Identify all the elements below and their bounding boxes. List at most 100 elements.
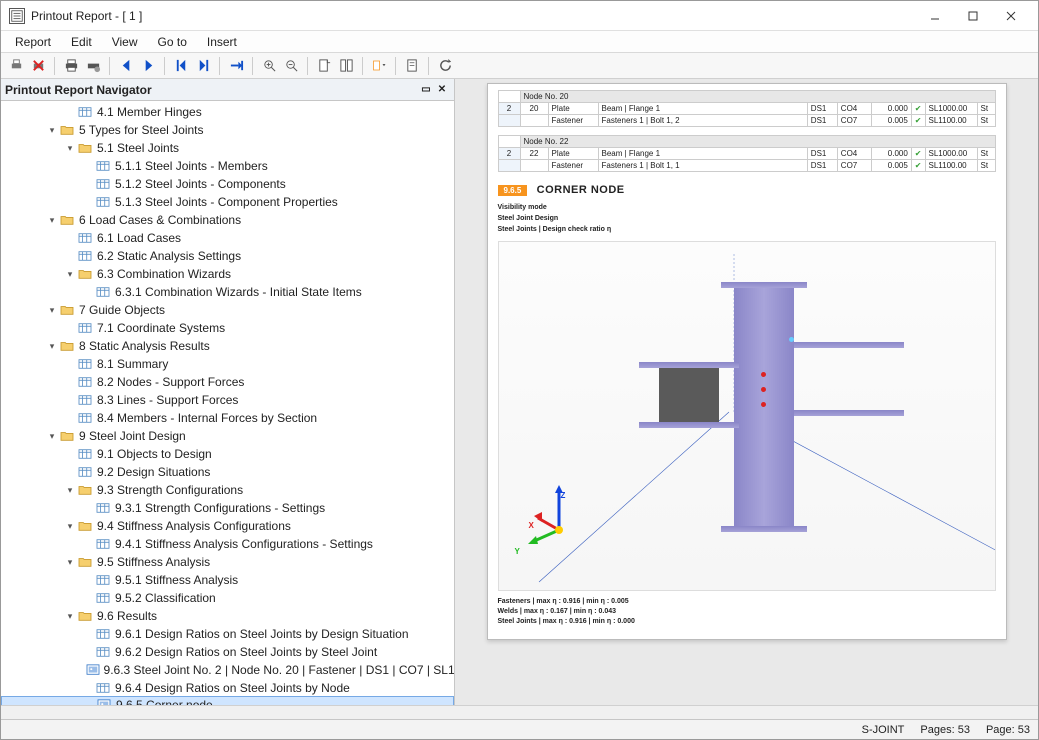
tree-item[interactable]: ▾9.5 Stiffness Analysis [1, 553, 454, 571]
table-icon [95, 591, 111, 605]
tree-item[interactable]: ▸8.2 Nodes - Support Forces [1, 373, 454, 391]
metric-welds: Welds | max η : 0.167 | min η : 0.043 [498, 607, 996, 617]
tree-item[interactable]: ▾ 6 Load Cases & Combinations [1, 211, 454, 229]
table-icon [77, 411, 93, 425]
expand-icon[interactable]: ▾ [45, 215, 59, 226]
menu-goto[interactable]: Go to [150, 33, 195, 51]
delete-print-icon[interactable] [29, 57, 47, 75]
table-icon [95, 159, 111, 173]
tree-item-label: 9.6 Results [97, 609, 157, 623]
horizontal-scroll[interactable] [1, 705, 1038, 719]
expand-icon[interactable]: ▾ [45, 341, 59, 352]
tree-item[interactable]: ▾7 Guide Objects [1, 301, 454, 319]
tree-item[interactable]: ▾9.3 Strength Configurations [1, 481, 454, 499]
tree-item[interactable]: ▸8.1 Summary [1, 355, 454, 373]
menu-report[interactable]: Report [7, 33, 59, 51]
expand-icon[interactable]: ▾ [63, 143, 77, 154]
next-page-icon[interactable] [139, 57, 157, 75]
expand-icon[interactable]: ▾ [45, 125, 59, 136]
tree-item[interactable]: ▸9.4.1 Stiffness Analysis Configurations… [1, 535, 454, 553]
folder-icon [59, 339, 75, 353]
tree-item[interactable]: ▾ 6.3 Combination Wizards [1, 265, 454, 283]
undock-icon[interactable]: ▭ [418, 82, 434, 98]
report-page: Node No. 20220PlateBeam | Flange 1DS1CO4… [487, 83, 1007, 640]
tree-item[interactable]: ▸5.1.2 Steel Joints - Components [1, 175, 454, 193]
refresh-icon[interactable] [436, 57, 454, 75]
page-setup-icon[interactable] [315, 57, 333, 75]
tree-item[interactable]: ▸9.2 Design Situations [1, 463, 454, 481]
tree-item[interactable]: ▸9.5.1 Stiffness Analysis [1, 571, 454, 589]
last-page-icon[interactable] [194, 57, 212, 75]
tree-item[interactable]: ▸9.6.5 Corner node [1, 696, 454, 705]
tree-item[interactable]: ▸9.6.3 Steel Joint No. 2 | Node No. 20 |… [1, 661, 454, 679]
expand-icon[interactable]: ▾ [63, 557, 77, 568]
tree-item[interactable]: ▸9.6.2 Design Ratios on Steel Joints by … [1, 643, 454, 661]
print-settings-icon[interactable] [84, 57, 102, 75]
expand-icon[interactable]: ▾ [45, 431, 59, 442]
table-row: FastenerFasteners 1 | Bolt 1, 1DS1CO70.0… [498, 160, 995, 172]
prev-page-icon[interactable] [117, 57, 135, 75]
tree-item[interactable]: ▾8 Static Analysis Results [1, 337, 454, 355]
document-icon[interactable] [403, 57, 421, 75]
zoom-in-icon[interactable] [260, 57, 278, 75]
print-icon[interactable] [7, 57, 25, 75]
table-icon [95, 195, 111, 209]
tree-item-label: 6 Load Cases & Combinations [79, 213, 241, 227]
goto-selection-icon[interactable] [227, 57, 245, 75]
first-page-icon[interactable] [172, 57, 190, 75]
tree-item[interactable]: ▸6.2 Static Analysis Settings [1, 247, 454, 265]
tree-item[interactable]: ▸9.5.2 Classification [1, 589, 454, 607]
tree-item[interactable]: ▸8.4 Members - Internal Forces by Sectio… [1, 409, 454, 427]
expand-icon[interactable]: ▾ [63, 521, 77, 532]
printer-icon[interactable] [62, 57, 80, 75]
tree-item[interactable]: ▾9 Steel Joint Design [1, 427, 454, 445]
navigator-header: Printout Report Navigator ▭ ✕ [1, 79, 454, 101]
workspace: Printout Report Navigator ▭ ✕ ▸4.1 Membe… [1, 79, 1038, 705]
tree-item[interactable]: ▾5.1 Steel Joints [1, 139, 454, 157]
tree-item[interactable]: ▾ 5 Types for Steel Joints [1, 121, 454, 139]
tree-item[interactable]: ▸5.1.1 Steel Joints - Members [1, 157, 454, 175]
tree-item[interactable]: ▸9.6.1 Design Ratios on Steel Joints by … [1, 625, 454, 643]
zoom-out-icon[interactable] [282, 57, 300, 75]
report-viewer[interactable]: Node No. 20220PlateBeam | Flange 1DS1CO4… [455, 79, 1038, 705]
tree-item-label: 9.5.2 Classification [115, 591, 216, 605]
tree-item-label: 6.3 Combination Wizards [97, 267, 231, 281]
menu-view[interactable]: View [104, 33, 146, 51]
panel-close-icon[interactable]: ✕ [434, 82, 450, 98]
menu-insert[interactable]: Insert [199, 33, 245, 51]
tree-item-label: 4.1 Member Hinges [97, 105, 202, 119]
tree-item[interactable]: ▸9.1 Objects to Design [1, 445, 454, 463]
tree-item[interactable]: ▾9.4 Stiffness Analysis Configurations [1, 517, 454, 535]
title-bar: Printout Report - [ 1 ] [1, 1, 1038, 31]
close-button[interactable] [992, 2, 1030, 30]
maximize-button[interactable] [954, 2, 992, 30]
tree-item[interactable]: ▸6.3.1 Combination Wizards - Initial Sta… [1, 283, 454, 301]
expand-icon[interactable]: ▾ [63, 611, 77, 622]
export-dropdown-icon[interactable] [370, 57, 388, 75]
menu-edit[interactable]: Edit [63, 33, 100, 51]
navigator-title: Printout Report Navigator [5, 83, 418, 97]
tree-item[interactable]: ▸8.3 Lines - Support Forces [1, 391, 454, 409]
tree-item-label: 6.2 Static Analysis Settings [97, 249, 241, 263]
folder-icon [59, 429, 75, 443]
navigator-tree[interactable]: ▸4.1 Member Hinges▾5 Types for Steel Joi… [1, 101, 454, 705]
tree-item[interactable]: ▸7.1 Coordinate Systems [1, 319, 454, 337]
page-layout-icon[interactable] [337, 57, 355, 75]
tree-item[interactable]: ▸4.1 Member Hinges [1, 103, 454, 121]
tree-item-label: 9.1 Objects to Design [97, 447, 212, 461]
tree-item[interactable]: ▸9.3.1 Strength Configurations - Setting… [1, 499, 454, 517]
tree-item[interactable]: ▸9.6.4 Design Ratios on Steel Joints by … [1, 679, 454, 697]
image-icon [86, 663, 100, 677]
tree-item-label: 8.2 Nodes - Support Forces [97, 375, 244, 389]
expand-icon[interactable]: ▾ [45, 305, 59, 316]
minimize-button[interactable] [916, 2, 954, 30]
status-module: S-JOINT [862, 724, 905, 736]
tree-item-label: 5 Types for Steel Joints [79, 123, 204, 137]
expand-icon[interactable]: ▾ [63, 485, 77, 496]
section-sub-1: Visibility mode [498, 202, 996, 213]
tree-item[interactable]: ▾ 9.6 Results [1, 607, 454, 625]
coordinate-axis-icon [524, 480, 594, 550]
expand-icon[interactable]: ▾ [63, 269, 77, 280]
tree-item[interactable]: ▸5.1.3 Steel Joints - Component Properti… [1, 193, 454, 211]
tree-item[interactable]: ▸6.1 Load Cases [1, 229, 454, 247]
